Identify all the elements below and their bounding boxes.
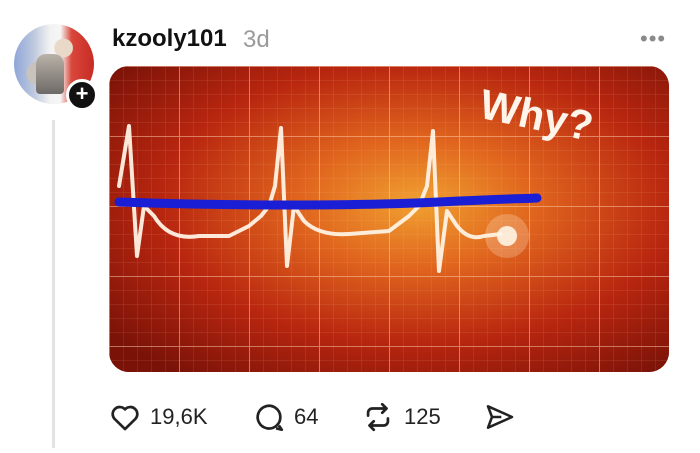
repost-icon <box>366 402 390 432</box>
follow-plus-icon[interactable]: + <box>66 79 98 111</box>
repost-button[interactable]: 125 <box>360 400 441 434</box>
post-timestamp: 3d <box>243 26 270 53</box>
avatar-person <box>36 54 64 94</box>
repost-count: 125 <box>404 404 441 429</box>
thread-line <box>52 120 55 448</box>
action-bar: 19,6K 64 125 <box>0 400 700 444</box>
send-icon <box>486 405 514 429</box>
reply-button[interactable]: 64 <box>252 400 318 434</box>
reply-count: 64 <box>294 404 319 429</box>
username[interactable]: kzooly101 <box>112 25 227 53</box>
like-button[interactable]: 19,6K <box>108 400 208 434</box>
like-count: 19,6K <box>150 404 208 429</box>
more-options-icon[interactable]: ••• <box>640 26 666 52</box>
speech-bubble-icon <box>256 404 284 432</box>
post-image[interactable]: Why? <box>109 66 669 372</box>
share-button[interactable] <box>484 400 516 434</box>
ecg-image: Why? <box>109 66 669 372</box>
heart-icon <box>111 405 139 431</box>
